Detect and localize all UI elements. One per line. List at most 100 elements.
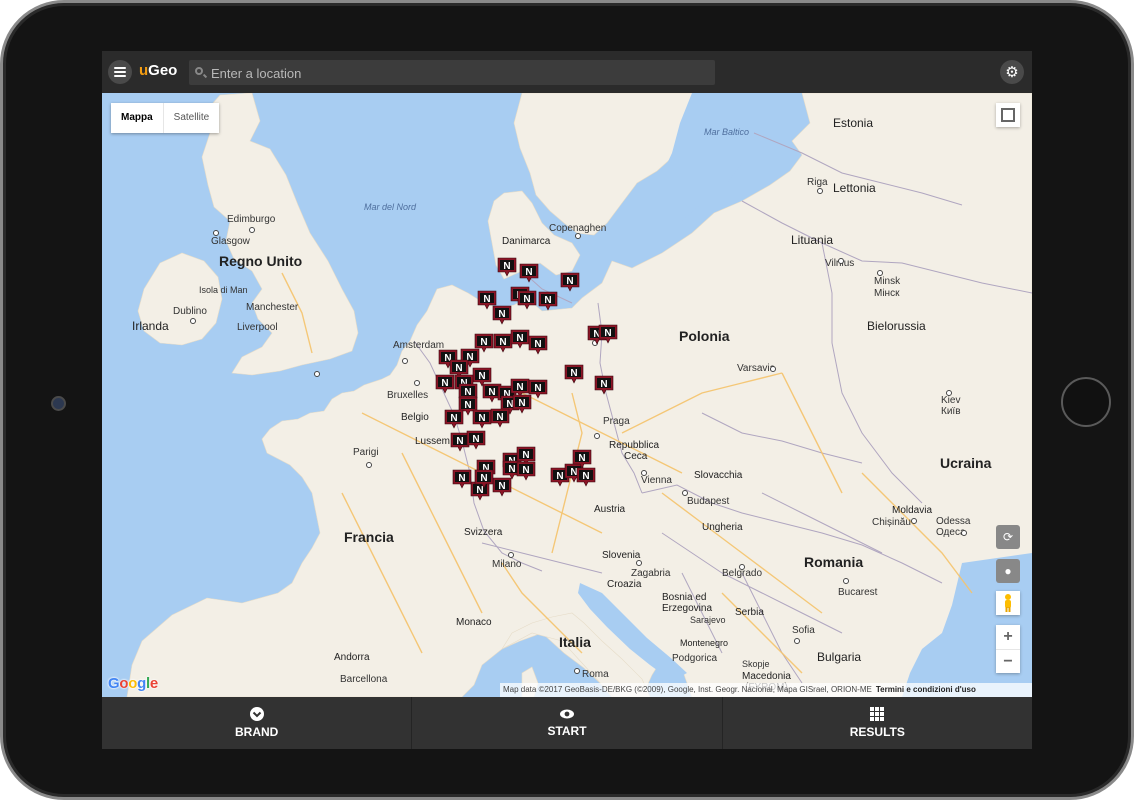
my-location-button[interactable]: ● [996,559,1020,583]
brand-marker[interactable]: N [472,367,492,387]
marker-letter: N [480,473,487,484]
hamburger-icon [114,67,126,77]
street-view-button[interactable] [996,591,1020,615]
marker-letter: N [534,339,541,350]
marker-letter: N [556,471,563,482]
tab-results[interactable]: RESULTS [723,697,1032,749]
brand-marker[interactable]: N [435,374,455,394]
brand-marker[interactable]: N [470,481,490,501]
marker-letter: N [496,412,503,423]
fullscreen-button[interactable] [996,103,1020,127]
marker-letter: N [498,309,505,320]
marker-letter: N [499,337,506,348]
marker-letter: N [456,436,463,447]
marker-letter: N [522,465,529,476]
brand-marker[interactable]: N [528,379,548,399]
eye-icon [559,709,574,719]
pegman-icon [1005,594,1011,612]
google-logo[interactable]: Google [108,675,158,692]
settings-button[interactable]: ⚙ [1000,60,1024,84]
map-attribution: Map data ©2017 GeoBasis-DE/BKG (©2009), … [500,683,1032,697]
marker-letter: N [523,294,530,305]
brand-marker[interactable]: N [493,333,513,353]
marker-letter: N [516,333,523,344]
brand-marker[interactable]: N [517,290,537,310]
brand-marker[interactable]: N [576,467,596,487]
brand-marker[interactable]: N [560,272,580,292]
marker-letter: N [506,399,513,410]
marker-letter: N [458,473,465,484]
marker-letter: N [472,434,479,445]
marker-letter: N [480,337,487,348]
brand-marker[interactable]: N [528,335,548,355]
marker-letter: N [476,485,483,496]
gear-icon: ⚙ [1005,64,1019,81]
grid-icon [870,707,885,721]
bottom-tab-bar: BRAND START RESULTS [102,697,1032,749]
brand-marker[interactable]: N [492,477,512,497]
marker-letter: N [478,413,485,424]
app-screen: uGeo ⚙ [102,51,1032,749]
marker-letter: N [464,387,471,398]
top-bar: uGeo ⚙ [102,51,1032,93]
brand-marker[interactable]: N [594,375,614,395]
home-button[interactable] [1061,377,1111,427]
brand-marker[interactable]: N [490,408,510,428]
marker-letter: N [566,276,573,287]
search-input[interactable] [209,60,713,87]
brand-marker[interactable]: N [444,409,464,429]
brand-marker[interactable]: N [452,469,472,489]
search-box[interactable] [189,60,715,87]
map-type-mappa[interactable]: Mappa [111,103,164,133]
marker-letter: N [450,413,457,424]
marker-letter: N [522,450,529,461]
marker-letter: N [478,371,485,382]
rotate-button[interactable]: ⟳ [996,525,1020,549]
map-view[interactable]: Estonia Lettonia Lituania Regno Unito Ir… [102,93,1032,697]
marker-letter: N [508,464,515,475]
brand-marker[interactable]: N [564,364,584,384]
brand-marker[interactable]: N [519,263,539,283]
marker-letter: N [600,379,607,390]
search-icon [195,67,203,75]
chevron-down-icon [249,707,264,721]
map-type-satellite[interactable]: Satellite [164,103,220,133]
brand-marker[interactable]: N [472,409,492,429]
marker-letter: N [604,328,611,339]
marker-letter: N [570,467,577,478]
refresh-icon: ⟳ [1002,530,1014,544]
camera-icon [51,396,66,411]
marker-letter: N [503,261,510,272]
marker-letter: N [483,294,490,305]
marker-letter: N [441,378,448,389]
tab-brand-label: BRAND [234,725,279,739]
marker-letter: N [534,383,541,394]
fullscreen-icon [1001,108,1008,115]
zoom-in-button[interactable]: + [996,625,1020,650]
tab-results-label: RESULTS [849,725,905,739]
marker-letter: N [464,400,471,411]
map-type-control: Mappa Satellite [111,103,220,133]
brand-marker[interactable]: N [510,329,530,349]
menu-button[interactable] [108,60,132,84]
app-logo: uGeo [139,62,178,79]
tab-start[interactable]: START [412,697,723,749]
marker-letter: N [570,368,577,379]
zoom-out-button[interactable]: − [996,650,1020,674]
marker-letter: N [455,363,462,374]
marker-letter: N [518,398,525,409]
brand-marker[interactable]: N [450,432,470,452]
tab-brand[interactable]: BRAND [102,697,413,749]
terms-link[interactable]: Termini e condizioni d'uso [876,685,976,694]
location-pin-icon: ● [1004,564,1012,578]
marker-letter: N [544,295,551,306]
brand-marker[interactable]: N [538,291,558,311]
zoom-control: + − [996,625,1020,673]
tab-start-label: START [547,724,587,738]
brand-marker[interactable]: N [516,461,536,481]
brand-marker[interactable]: N [492,305,512,325]
brand-markers: NNNNNN NN NN N NNN NNNN NNNN NN NN NNNN N NN NNN N NN N… [435,257,618,501]
brand-marker[interactable]: N [466,430,486,450]
brand-marker[interactable]: N [497,257,517,277]
marker-letter: N [578,453,585,464]
